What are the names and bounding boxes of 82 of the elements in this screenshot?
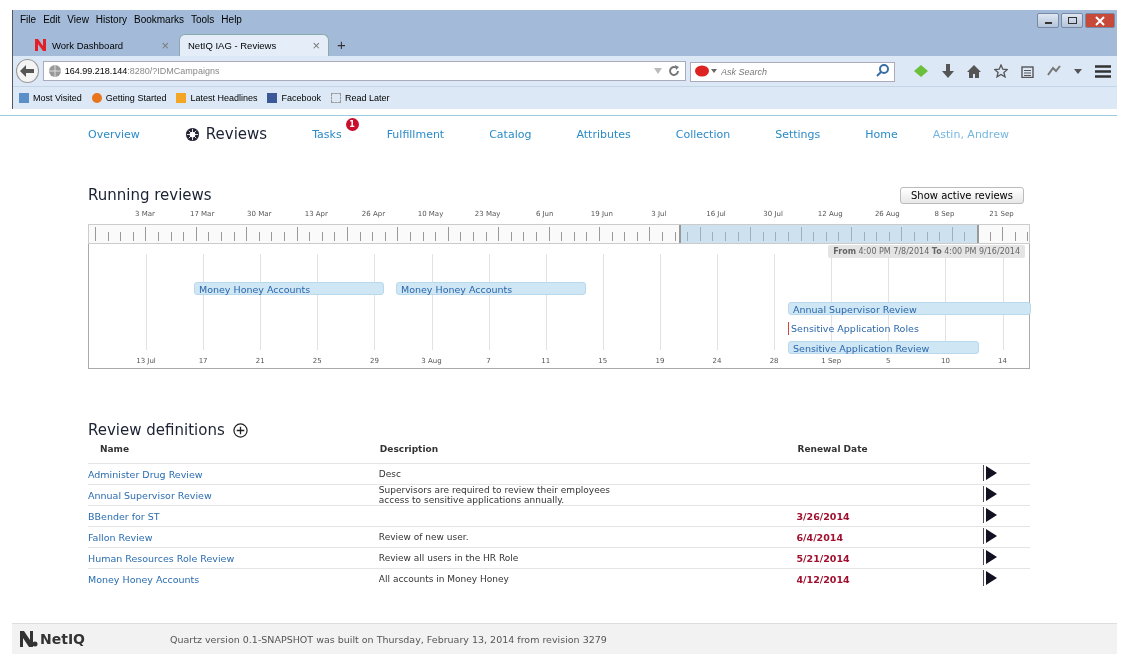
play-icon[interactable]: [983, 465, 998, 481]
review-link[interactable]: BBender for ST: [88, 510, 160, 522]
play-icon[interactable]: [983, 549, 998, 565]
table-cell-text: Supervisors are required to review their employees access to sensitive applications annually.: [378, 485, 611, 505]
close-button[interactable]: [1085, 13, 1115, 28]
section-title: Review definitions: [88, 421, 225, 439]
home-icon[interactable]: [967, 64, 981, 78]
timeline-bar[interactable]: Money Honey Accounts: [396, 282, 586, 295]
timeline-bar[interactable]: Annual Supervisor Review: [788, 302, 1031, 315]
menu-icon[interactable]: [1095, 64, 1111, 78]
bookmark-item[interactable]: Latest Headlines: [176, 93, 258, 103]
timeline-navigator[interactable]: [88, 224, 1030, 244]
table-cell: 6/4/2014: [796, 531, 844, 543]
menu-item[interactable]: File: [20, 13, 37, 25]
globe-icon: [48, 65, 61, 77]
table-cell-text: Review of new user.: [378, 532, 470, 542]
download-icon[interactable]: [942, 64, 954, 78]
section-title: Running reviews: [88, 186, 212, 204]
range-label: From 4:00 PM 7/8/2014 To 4:00 PM 9/16/2014: [828, 245, 1025, 258]
footer-text: Quartz version 0.1-SNAPSHOT was built on Thursday, February 13, 2014 from revision 3279: [170, 633, 607, 645]
menu-item[interactable]: Bookmarks: [134, 13, 184, 25]
column-header: Description: [378, 443, 797, 464]
nav-link[interactable]: Collection: [675, 127, 731, 141]
search-field[interactable]: Ask Search: [690, 62, 895, 82]
review-link[interactable]: Annual Supervisor Review: [88, 489, 212, 501]
browser-tab[interactable]: Work Dashboard ×: [27, 34, 177, 56]
new-tab-button[interactable]: +: [337, 36, 346, 53]
table-cell: 5/21/2014: [796, 552, 850, 564]
search-engine-icon[interactable]: [695, 65, 717, 77]
nav-link[interactable]: Fulfillment: [386, 127, 445, 141]
search-icon[interactable]: [876, 64, 889, 77]
nav-link[interactable]: Settings: [775, 127, 821, 141]
maximize-button[interactable]: [1061, 13, 1083, 28]
add-icon[interactable]: [232, 422, 248, 438]
browser-tab[interactable]: NetIQ IAG - Reviews ×: [179, 34, 329, 56]
play-icon[interactable]: [983, 507, 998, 523]
back-arrow-icon: [20, 65, 35, 77]
play-icon[interactable]: [983, 528, 998, 544]
nav-link[interactable]: Attributes: [576, 127, 631, 141]
minimize-button[interactable]: [1037, 13, 1059, 28]
timeline-bar[interactable]: Money Honey Accounts: [194, 282, 384, 295]
play-icon[interactable]: [983, 486, 998, 502]
netiq-logo: NetIQ: [20, 631, 170, 647]
column-header: Name: [88, 443, 379, 464]
review-link[interactable]: Administer Drug Review: [88, 468, 203, 480]
gear-icon: [184, 126, 200, 142]
back-button[interactable]: [16, 59, 39, 83]
play-icon[interactable]: [983, 570, 998, 586]
table-cell-text: Review all users in the HR Role: [378, 553, 520, 563]
table-cell-text: Desc: [378, 469, 402, 479]
timeline-bar[interactable]: Sensitive Application Review: [788, 341, 979, 354]
close-icon: [1095, 15, 1105, 26]
menu-item[interactable]: Tools: [191, 13, 215, 25]
nav-link[interactable]: Reviews: [184, 125, 268, 143]
dropdown-icon[interactable]: [1074, 68, 1082, 74]
column-header: Renewal Date: [796, 443, 984, 464]
tab-close-button[interactable]: ×: [312, 38, 320, 53]
menu-item[interactable]: View: [67, 13, 89, 25]
address-field[interactable]: 164.99.218.144:8280/?IDMCampaigns: [42, 61, 686, 81]
review-link[interactable]: Fallon Review: [88, 531, 153, 543]
nav-link[interactable]: Catalog: [489, 127, 532, 141]
nav-link[interactable]: Overview: [88, 127, 140, 141]
bookmark-item[interactable]: Read Later: [331, 93, 390, 103]
bookmark-item[interactable]: Facebook: [267, 93, 321, 103]
menu-item[interactable]: Help: [221, 13, 242, 25]
notification-badge: 1: [345, 117, 359, 131]
table-cell: 3/26/2014: [796, 510, 850, 522]
table-cell-text: All accounts in Money Honey: [378, 574, 510, 584]
menu-item[interactable]: Edit: [43, 13, 61, 25]
show-active-reviews-button[interactable]: Show active reviews: [899, 186, 1024, 204]
nav-link[interactable]: Home: [865, 127, 898, 141]
bookmark-item[interactable]: Getting Started: [91, 93, 167, 103]
bookmark-item[interactable]: Most Visited: [19, 93, 82, 103]
menu-item[interactable]: History: [95, 13, 127, 25]
clipboard-icon[interactable]: [1021, 64, 1034, 78]
timeline-bar[interactable]: Sensitive Application Roles: [788, 322, 988, 335]
review-link[interactable]: Money Honey Accounts: [88, 573, 200, 585]
review-link[interactable]: Human Resources Role Review: [88, 552, 235, 564]
reload-icon[interactable]: [668, 65, 680, 77]
table-cell: 4/12/2014: [796, 573, 850, 585]
n-logo-icon: [35, 39, 46, 51]
star-icon[interactable]: [994, 64, 1008, 78]
